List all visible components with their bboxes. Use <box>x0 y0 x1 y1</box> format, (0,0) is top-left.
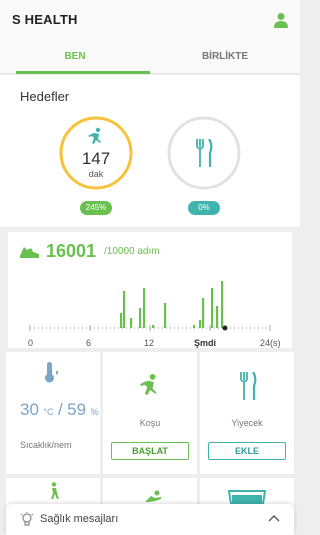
axis-label-24: 24(s) <box>260 338 281 348</box>
goals-card: Hedefler 147 dak 245% 0% <box>0 75 300 227</box>
food-tile[interactable]: Yiyecek EKLE <box>200 352 294 474</box>
chart-bar <box>164 303 167 328</box>
weather-separator: / <box>57 400 63 419</box>
app-title: S HEALTH <box>12 12 78 27</box>
running-title: Koşu <box>139 418 161 428</box>
food-percent-badge: 0% <box>188 201 220 215</box>
activity-percent-badge: 245% <box>80 201 112 215</box>
fork-knife-icon <box>240 372 257 400</box>
chart-bar <box>202 298 205 328</box>
water-icon <box>228 490 266 504</box>
top-bar: S HEALTH <box>0 0 300 40</box>
steps-count: 16001 <box>46 241 97 261</box>
chart-bar <box>221 281 224 328</box>
add-food-button[interactable]: EKLE <box>208 442 286 460</box>
chart-bar <box>120 313 123 328</box>
running-icon <box>88 127 101 144</box>
chevron-up-icon[interactable] <box>268 514 280 522</box>
fork-knife-icon <box>196 139 213 167</box>
steps-chart <box>29 281 271 331</box>
chart-bar <box>143 288 146 328</box>
start-running-button[interactable]: BAŞLAT <box>111 442 189 460</box>
chart-bar <box>123 291 126 328</box>
activity-goal-ring[interactable]: 147 dak <box>58 115 134 191</box>
steps-goal: /10000 adım <box>104 246 160 257</box>
shoe-icon <box>20 247 39 258</box>
chart-bar <box>199 320 202 328</box>
tab-ben[interactable]: BEN <box>0 40 150 74</box>
temperature-value: 30 <box>20 400 39 419</box>
tab-bar: BEN BİRLİKTE <box>0 40 300 74</box>
walking-icon <box>51 482 59 499</box>
weather-label: Sıcaklık/nem <box>20 440 72 450</box>
chart-bar <box>139 308 142 328</box>
activity-minutes: 147 <box>81 149 111 168</box>
humidity-value: 59 <box>67 400 87 419</box>
chart-bar <box>193 325 196 328</box>
food-title: Yiyecek <box>231 418 263 428</box>
goals-title: Hedefler <box>20 89 70 104</box>
humidity-unit: % <box>90 407 99 417</box>
chart-bar <box>130 318 133 328</box>
now-marker <box>222 325 228 331</box>
active-tab-indicator <box>16 71 150 74</box>
health-messages-bar[interactable]: Sağlık mesajları <box>6 504 294 535</box>
thermometer-icon <box>45 362 58 383</box>
tab-birlikte[interactable]: BİRLİKTE <box>150 40 300 74</box>
profile-icon[interactable] <box>274 12 288 28</box>
axis-label-0: 0 <box>28 338 34 348</box>
activity-icon <box>145 490 161 502</box>
lightbulb-icon <box>20 512 34 526</box>
chart-bar <box>216 306 219 328</box>
health-messages-label: Sağlık mesajları <box>40 513 119 525</box>
axis-label-6: 6 <box>86 338 92 348</box>
temperature-unit: °C <box>43 407 54 417</box>
chart-bar <box>211 288 214 328</box>
weather-tile[interactable]: 30 °C / 59 % Sıcaklık/nem <box>6 352 100 474</box>
chart-bar <box>152 325 155 328</box>
food-goal-ring[interactable] <box>166 115 242 191</box>
steps-card[interactable]: 16001 /10000 adım 0 6 12 Şmdi 24(s) <box>8 232 292 348</box>
axis-label-now: Şmdi <box>194 338 217 348</box>
running-icon <box>140 374 157 396</box>
axis-label-12: 12 <box>144 338 155 348</box>
running-tile[interactable]: Koşu BAŞLAT <box>103 352 197 474</box>
weather-readout: 30 °C / 59 % <box>20 400 99 420</box>
activity-unit: dak <box>88 169 104 179</box>
